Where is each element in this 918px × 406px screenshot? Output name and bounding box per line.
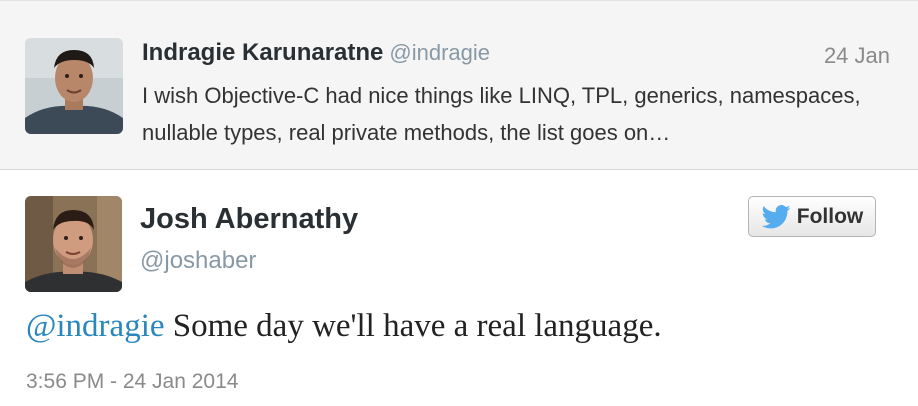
twitter-bird-icon bbox=[761, 204, 791, 228]
main-tweet-body: Some day we'll have a real language. bbox=[172, 308, 662, 344]
parent-author-line: Indragie Karunaratne @indragie bbox=[142, 39, 490, 67]
main-tweet-text: @indragie Some day we'll have a real lan… bbox=[26, 308, 662, 345]
main-tweet-timestamp[interactable]: 3:56 PM - 24 Jan 2014 bbox=[26, 370, 238, 394]
main-author-avatar[interactable] bbox=[25, 196, 122, 292]
main-tweet: Josh Abernathy @joshaber Follow @indragi… bbox=[0, 170, 918, 406]
parent-tweet[interactable]: Indragie Karunaratne @indragie 24 Jan I w… bbox=[0, 0, 918, 170]
parent-tweet-text: I wish Objective-C had nice things like … bbox=[142, 83, 861, 145]
parent-author-handle[interactable]: @indragie bbox=[389, 40, 490, 65]
parent-tweet-date[interactable]: 24 Jan bbox=[824, 43, 890, 69]
tweet-page: Indragie Karunaratne @indragie 24 Jan I w… bbox=[0, 0, 918, 406]
main-author-name[interactable]: Josh Abernathy bbox=[140, 203, 358, 236]
follow-button[interactable]: Follow bbox=[748, 196, 876, 237]
mention-link[interactable]: @indragie bbox=[26, 308, 165, 344]
parent-author-avatar[interactable] bbox=[25, 38, 123, 134]
parent-author-name[interactable]: Indragie Karunaratne bbox=[142, 39, 383, 66]
main-author-handle[interactable]: @joshaber bbox=[140, 247, 256, 275]
follow-button-label: Follow bbox=[796, 204, 864, 228]
